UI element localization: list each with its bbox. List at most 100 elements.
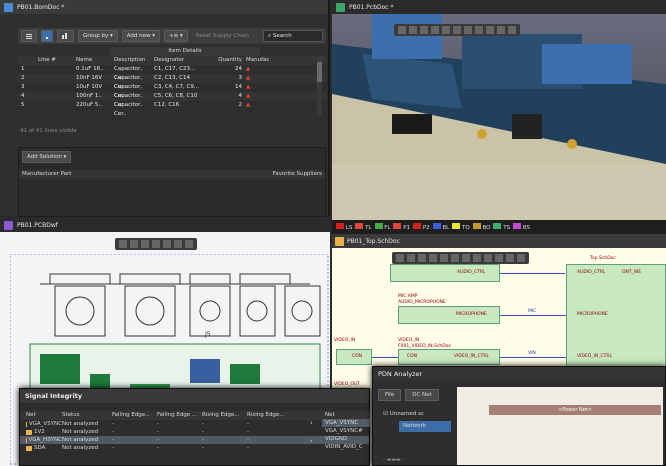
layer-p1[interactable]: P1: [393, 223, 410, 231]
table-row[interactable]: SDA Not analyzed - - - -: [20, 444, 369, 452]
group-by-button[interactable]: Group by ▾: [78, 30, 118, 42]
place-via-icon[interactable]: [453, 26, 461, 34]
col-header-falling-2[interactable]: Falling Edge ...: [157, 411, 202, 420]
table-row[interactable]: 1V2 Not analyzed - - - -: [20, 428, 369, 436]
net-wire[interactable]: [500, 357, 566, 358]
col-header-name[interactable]: Name: [76, 56, 114, 65]
chart-icon[interactable]: [152, 240, 160, 248]
table-icon[interactable]: [174, 240, 182, 248]
pcbdraw-title-bar[interactable]: PB01.PCBDwf: [0, 218, 330, 232]
table-row[interactable]: 2 10nF 16V Capacitor, Cer.. C2, C13, C14…: [18, 74, 326, 90]
pcb3d-title-bar[interactable]: PB01.PcbDoc *: [332, 0, 666, 14]
col-header-designator[interactable]: Designator: [154, 56, 206, 65]
net-list-item[interactable]: VIDIN_AVID_C: [322, 443, 370, 451]
warning-icon[interactable]: ▲: [246, 74, 306, 83]
file-button[interactable]: File: [378, 389, 402, 401]
col-header-line[interactable]: [18, 56, 38, 65]
table-row[interactable]: 3 10uF 10V Capacitor, Cer.. C3, C4, C7, …: [18, 83, 326, 99]
layer-ls[interactable]: LS: [336, 223, 352, 231]
dc-net-button[interactable]: DC Net: [405, 389, 439, 401]
pdn-hscroll[interactable]: ‹ ▬▬▬ ›: [383, 457, 404, 463]
port-icon[interactable]: [495, 254, 503, 262]
net-wire[interactable]: [500, 273, 565, 274]
line-icon[interactable]: [185, 240, 193, 248]
layer-bs[interactable]: BS: [513, 223, 530, 231]
list-options-button[interactable]: +≡ ▾: [164, 30, 188, 42]
layer-bl[interactable]: BL: [432, 223, 449, 231]
col-header-rising-1[interactable]: Rising Edge...: [202, 411, 247, 420]
add-solution-button[interactable]: Add Solution ▾: [22, 151, 72, 163]
power-port-icon[interactable]: [462, 254, 470, 262]
net-list-item[interactable]: VIDGND: [322, 435, 370, 443]
layer-ts[interactable]: TS: [493, 223, 510, 231]
scroll-thumb[interactable]: [317, 62, 322, 82]
table-row-selected[interactable]: VGA_HSYNC Not analyzed - - - -: [20, 436, 369, 444]
select-rect-icon[interactable]: [420, 26, 428, 34]
net-wire[interactable]: [500, 315, 566, 316]
warning-icon[interactable]: ▲: [246, 83, 306, 92]
filter-icon[interactable]: [398, 26, 406, 34]
col-header-net[interactable]: Net: [20, 411, 62, 420]
table-row[interactable]: 5 220uF 5.. Capacitor, Cer.. C12, C16 2 …: [18, 101, 326, 117]
bom-title-bar[interactable]: PB01.BomDoc *: [0, 0, 328, 14]
wire-icon[interactable]: [451, 254, 459, 262]
warning-icon[interactable]: ▲: [246, 65, 306, 74]
arc-icon[interactable]: [517, 254, 525, 262]
filter-icon[interactable]: [396, 254, 404, 262]
move-right-icon[interactable]: ›: [310, 419, 313, 427]
route-icon[interactable]: [464, 26, 472, 34]
pcb-3d-view[interactable]: [332, 14, 666, 220]
col-header-quantity[interactable]: Quantity: [206, 56, 246, 65]
select-rect-icon[interactable]: [418, 254, 426, 262]
layer-tl[interactable]: TL: [355, 223, 372, 231]
layer-to[interactable]: TO: [452, 223, 470, 231]
pad-icon[interactable]: [475, 26, 483, 34]
layer-bo[interactable]: BO: [472, 223, 490, 231]
favorite-suppliers-header[interactable]: Favorite Suppliers: [273, 170, 322, 179]
col-header-line-num[interactable]: Line #: [38, 56, 76, 65]
view-icon[interactable]: [141, 240, 149, 248]
schematic-title-bar[interactable]: PB01_Top.SchDoc: [332, 234, 666, 248]
add-icon[interactable]: [409, 26, 417, 34]
reset-supply-chain-button[interactable]: Reset Supply Chain: [192, 30, 253, 42]
power-net-label[interactable]: <Power Net>: [489, 405, 661, 415]
col-header-manufacturer[interactable]: Manufac: [246, 56, 306, 65]
tree-view-button[interactable]: [41, 30, 53, 42]
net-list-item[interactable]: VGA_VSYNC: [322, 419, 370, 427]
net-label-icon[interactable]: [484, 254, 492, 262]
checkbox-icon[interactable]: ☑: [383, 411, 388, 417]
unnamed-tree-item[interactable]: ☑ Unnamed sc: [383, 411, 424, 417]
bus-icon[interactable]: [473, 254, 481, 262]
net-wire[interactable]: [372, 357, 398, 358]
sheet-icon[interactable]: [119, 240, 127, 248]
move-left-icon[interactable]: ‹: [310, 437, 313, 445]
net-list-header[interactable]: Net: [322, 411, 370, 419]
add-icon[interactable]: [407, 254, 415, 262]
add-new-button[interactable]: Add new ▾: [121, 30, 161, 42]
col-header-rising-2[interactable]: Rising Edge...: [247, 411, 292, 420]
table-row[interactable]: 1 0.1uF 16.. Capacitor, Cer.. C1, C17, C…: [18, 65, 326, 81]
chart-icon[interactable]: [442, 26, 450, 34]
menu-button[interactable]: [21, 30, 37, 42]
bom-scrollbar[interactable]: [317, 56, 322, 116]
warning-icon[interactable]: ▲: [246, 92, 306, 101]
table-row[interactable]: 4 100nF 1.. Capacitor, Cer.. C5, C6, C8,…: [18, 92, 326, 108]
align-icon[interactable]: [440, 254, 448, 262]
layer-fl[interactable]: FL: [374, 223, 390, 231]
pdn-canvas[interactable]: <Power Net>: [457, 387, 663, 465]
col-header-falling-1[interactable]: Falling Edge...: [112, 411, 157, 420]
layer-p2[interactable]: P2: [413, 223, 430, 231]
search-input[interactable]: ⌕ Search: [263, 30, 323, 42]
move-icon[interactable]: [429, 254, 437, 262]
text-icon[interactable]: [506, 254, 514, 262]
network-item[interactable]: Network: [399, 421, 451, 432]
line-icon[interactable]: [508, 26, 516, 34]
pen-icon[interactable]: [130, 240, 138, 248]
warning-icon[interactable]: ▲: [246, 101, 306, 110]
net-list-item[interactable]: VGA_VSYNC#: [322, 427, 370, 435]
col-header-description[interactable]: Description: [114, 56, 154, 65]
col-header-status[interactable]: Status: [62, 411, 112, 420]
polygon-icon[interactable]: [486, 26, 494, 34]
chart-view-button[interactable]: [57, 30, 74, 42]
text-icon[interactable]: [497, 26, 505, 34]
